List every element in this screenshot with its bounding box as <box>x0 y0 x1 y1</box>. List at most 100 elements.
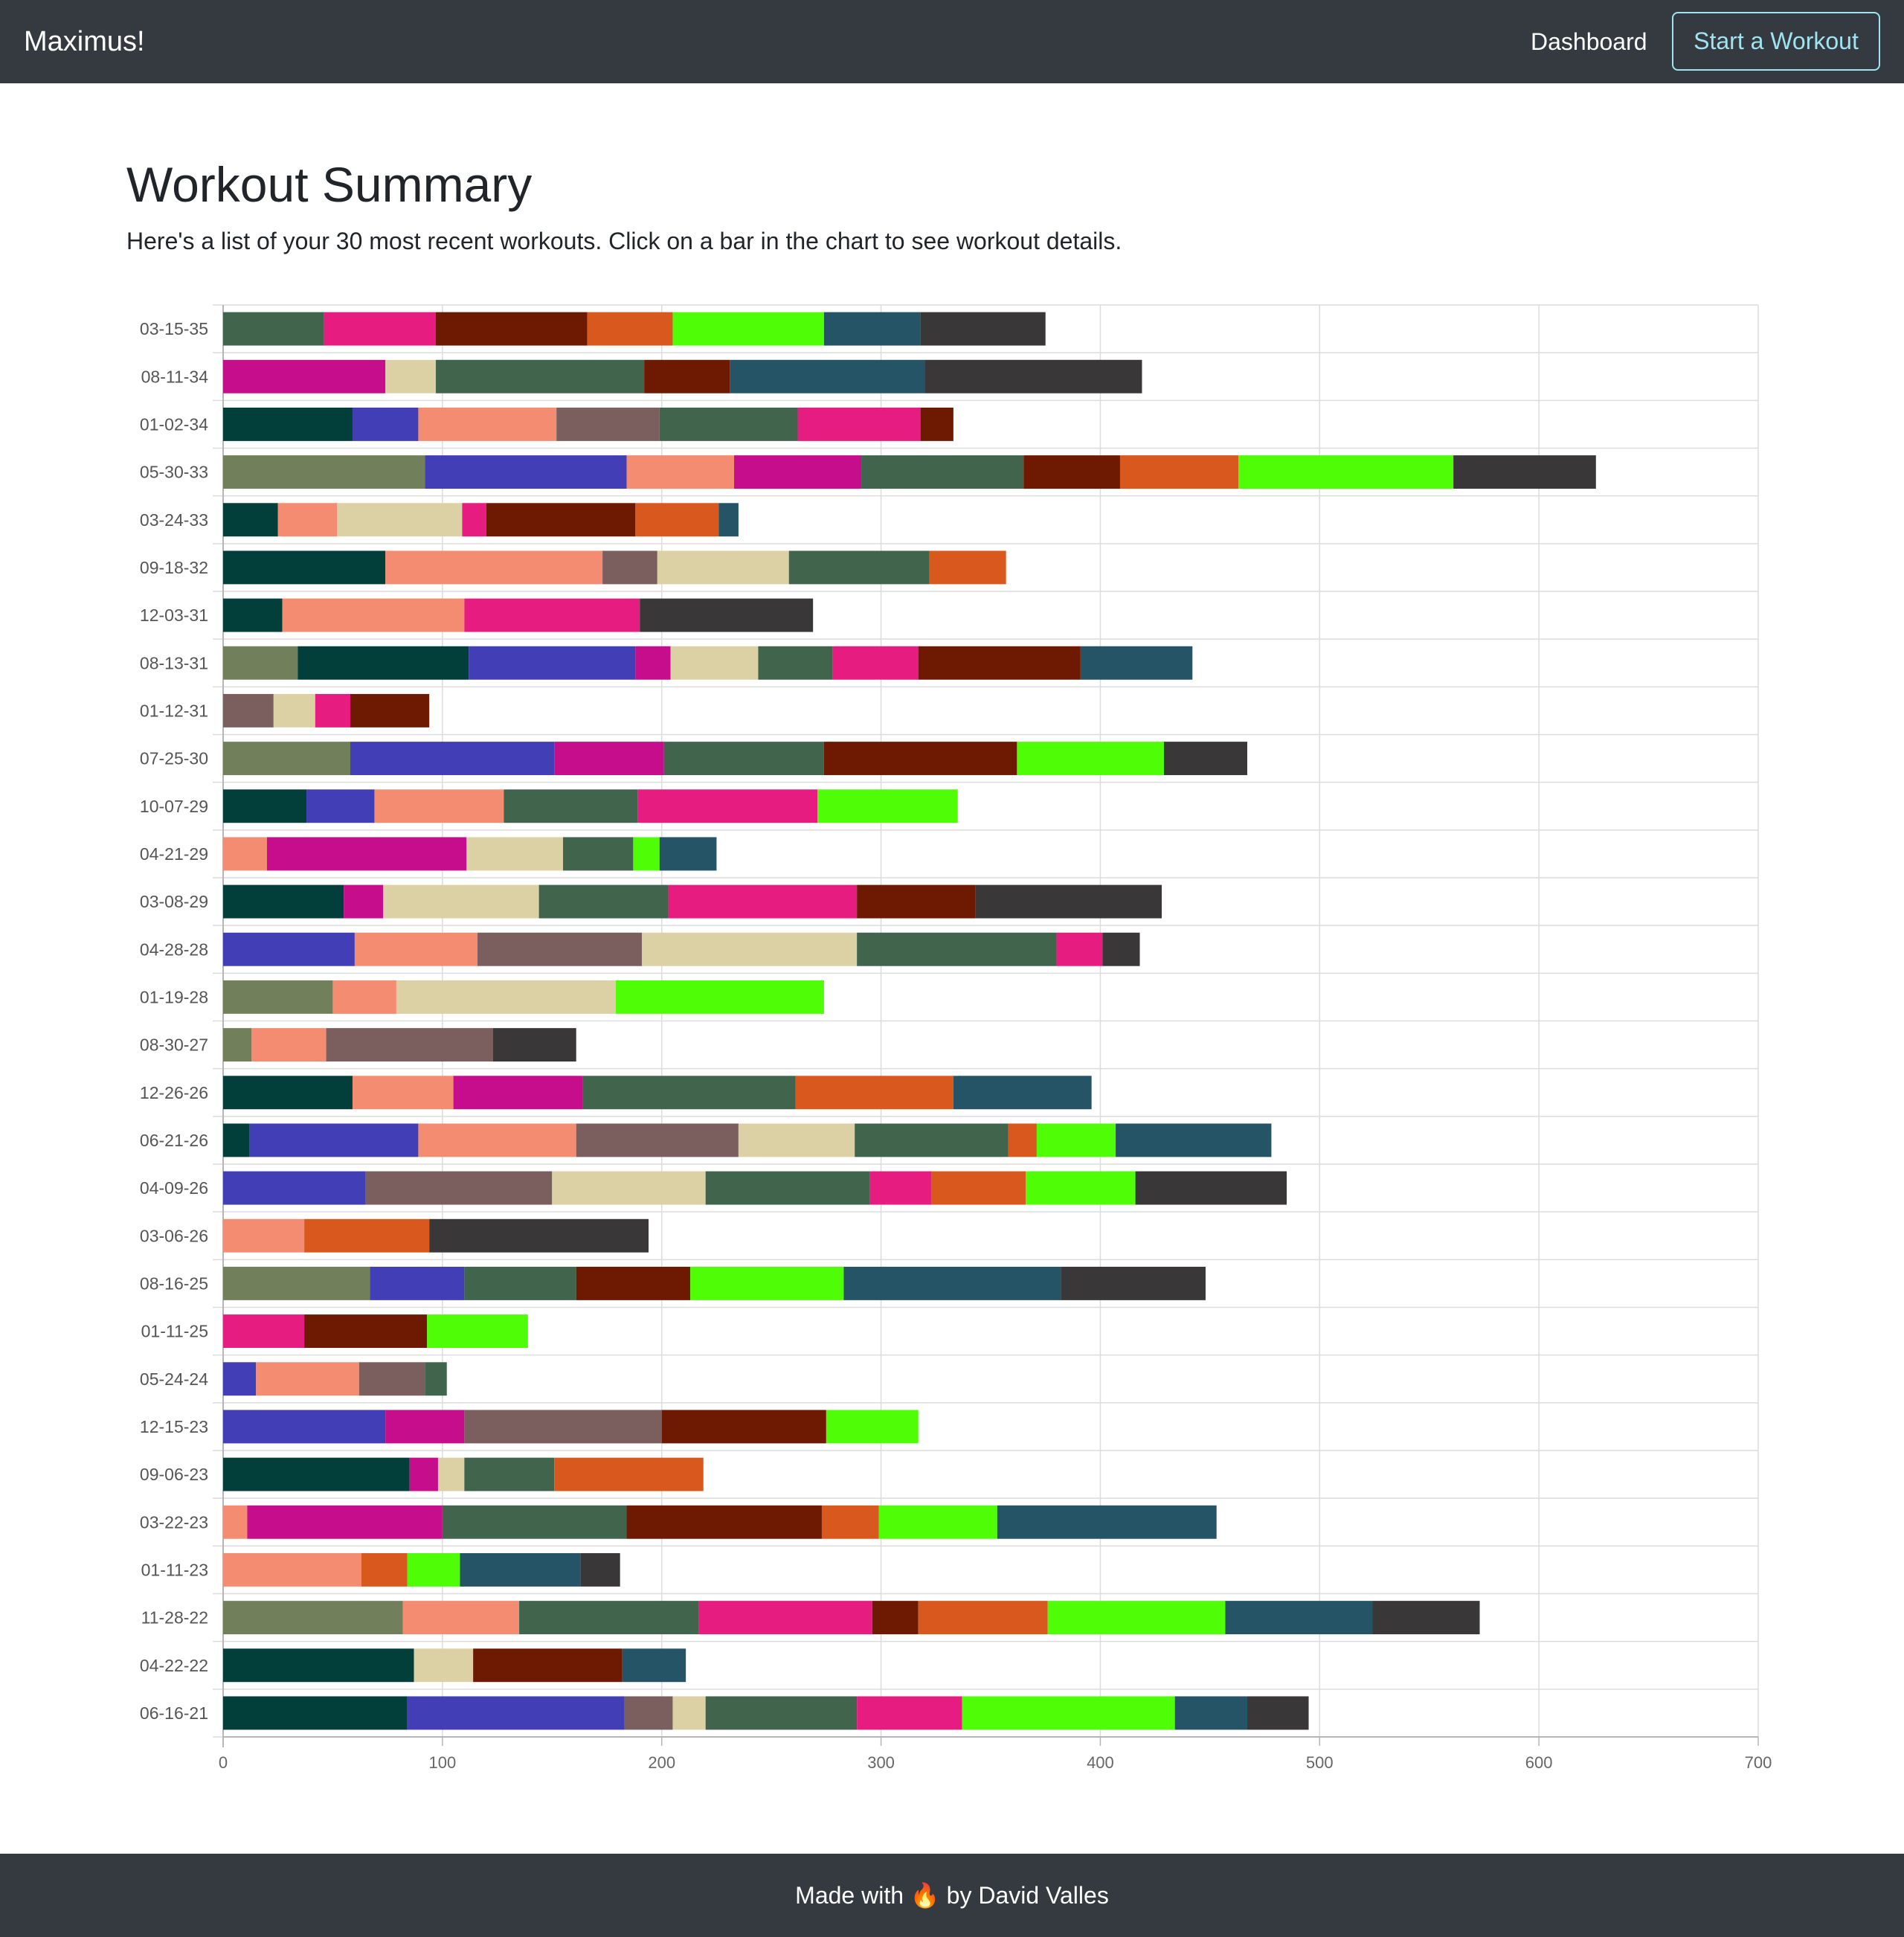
bar-segment[interactable] <box>464 1410 662 1444</box>
bar-segment[interactable] <box>414 1648 474 1683</box>
bar-segment[interactable] <box>823 742 1017 776</box>
bar-segment[interactable] <box>223 837 267 871</box>
bar-segment[interactable] <box>519 1601 699 1635</box>
bar-segment[interactable] <box>1026 1171 1136 1205</box>
bar-segment[interactable] <box>418 1123 576 1157</box>
bar-segment[interactable] <box>622 1648 686 1683</box>
bar-segment[interactable] <box>1116 1123 1272 1157</box>
bar-segment[interactable] <box>464 598 640 632</box>
bar-segment[interactable] <box>659 837 717 871</box>
bar-segment[interactable] <box>223 1314 305 1349</box>
bar-segment[interactable] <box>223 359 386 393</box>
bar-segment[interactable] <box>464 1266 576 1300</box>
bar-segment[interactable] <box>1453 455 1596 489</box>
bar-segment[interactable] <box>563 837 634 871</box>
bar-segment[interactable] <box>587 312 673 346</box>
bar-segment[interactable] <box>730 359 925 393</box>
bar-segment[interactable] <box>385 359 437 393</box>
bar-segment[interactable] <box>352 1076 454 1110</box>
bar-segment[interactable] <box>358 1362 425 1396</box>
bar-segment[interactable] <box>350 693 430 727</box>
bar-segment[interactable] <box>429 1218 649 1253</box>
bar-segment[interactable] <box>1247 1696 1309 1730</box>
bar-segment[interactable] <box>223 1028 252 1062</box>
bar-segment[interactable] <box>672 312 824 346</box>
bar-segment[interactable] <box>823 312 921 346</box>
bar-segment[interactable] <box>857 1696 962 1730</box>
bar-segment[interactable] <box>538 884 669 919</box>
bar-segment[interactable] <box>582 1076 796 1110</box>
bar-segment[interactable] <box>857 932 1057 966</box>
bar-segment[interactable] <box>385 550 603 585</box>
bar-segment[interactable] <box>857 884 976 919</box>
bar-segment[interactable] <box>223 455 425 489</box>
bar-segment[interactable] <box>640 598 814 632</box>
bar-segment[interactable] <box>361 1552 408 1587</box>
bar-segment[interactable] <box>659 407 798 441</box>
bar-segment[interactable] <box>383 884 539 919</box>
bar-segment[interactable] <box>223 1410 386 1444</box>
bar-segment[interactable] <box>642 932 858 966</box>
bar-segment[interactable] <box>223 789 307 823</box>
bar-segment[interactable] <box>223 742 351 776</box>
bar-segment[interactable] <box>304 1314 428 1349</box>
bar-segment[interactable] <box>931 1171 1026 1205</box>
bar-segment[interactable] <box>929 550 1006 585</box>
bar-segment[interactable] <box>843 1266 1061 1300</box>
bar-segment[interactable] <box>492 1028 576 1062</box>
bar-segment[interactable] <box>705 1696 858 1730</box>
bar-segment[interactable] <box>1225 1601 1373 1635</box>
bar-segment[interactable] <box>436 312 588 346</box>
bar-segment[interactable] <box>1047 1601 1226 1635</box>
bar-segment[interactable] <box>734 455 862 489</box>
bar-segment[interactable] <box>997 1505 1217 1539</box>
bar-segment[interactable] <box>223 884 344 919</box>
bar-segment[interactable] <box>425 455 627 489</box>
bar-segment[interactable] <box>223 932 355 966</box>
bar-segment[interactable] <box>920 407 953 441</box>
bar-segment[interactable] <box>354 932 478 966</box>
bar-segment[interactable] <box>1238 455 1454 489</box>
bar-segment[interactable] <box>223 1505 248 1539</box>
bar-segment[interactable] <box>821 1505 879 1539</box>
bar-segment[interactable] <box>462 503 486 537</box>
bar-segment[interactable] <box>832 646 919 680</box>
bar-segment[interactable] <box>370 1266 465 1300</box>
bar-segment[interactable] <box>615 980 824 1014</box>
bar-segment[interactable] <box>738 1123 855 1157</box>
bar-segment[interactable] <box>223 503 278 537</box>
bar-segment[interactable] <box>1056 932 1103 966</box>
bar-segment[interactable] <box>436 359 645 393</box>
bar-segment[interactable] <box>223 1601 403 1635</box>
bar-segment[interactable] <box>223 1552 361 1587</box>
bar-segment[interactable] <box>324 312 437 346</box>
start-workout-button[interactable]: Start a Workout <box>1672 12 1880 71</box>
bar-segment[interactable] <box>223 1696 408 1730</box>
bar-segment[interactable] <box>256 1362 359 1396</box>
bar-segment[interactable] <box>1102 932 1140 966</box>
bar-segment[interactable] <box>249 1123 419 1157</box>
bar-segment[interactable] <box>402 1601 520 1635</box>
bar-segment[interactable] <box>920 312 1046 346</box>
bar-segment[interactable] <box>698 1601 872 1635</box>
bar-segment[interactable] <box>223 1457 410 1491</box>
bar-segment[interactable] <box>409 1457 438 1491</box>
bar-segment[interactable] <box>223 1648 414 1683</box>
bar-segment[interactable] <box>266 837 467 871</box>
bar-segment[interactable] <box>635 646 671 680</box>
bar-segment[interactable] <box>365 1171 553 1205</box>
bar-segment[interactable] <box>924 359 1142 393</box>
bar-segment[interactable] <box>437 1457 465 1491</box>
bar-segment[interactable] <box>223 1076 353 1110</box>
bar-segment[interactable] <box>473 1648 623 1683</box>
bar-segment[interactable] <box>1119 455 1239 489</box>
bar-segment[interactable] <box>223 980 333 1014</box>
bar-segment[interactable] <box>626 1505 822 1539</box>
bar-segment[interactable] <box>477 932 643 966</box>
bar-segment[interactable] <box>315 693 351 727</box>
bar-segment[interactable] <box>635 503 719 537</box>
bar-segment[interactable] <box>223 646 298 680</box>
bar-segment[interactable] <box>637 789 818 823</box>
bar-segment[interactable] <box>705 1171 870 1205</box>
bar-segment[interactable] <box>464 1457 555 1491</box>
